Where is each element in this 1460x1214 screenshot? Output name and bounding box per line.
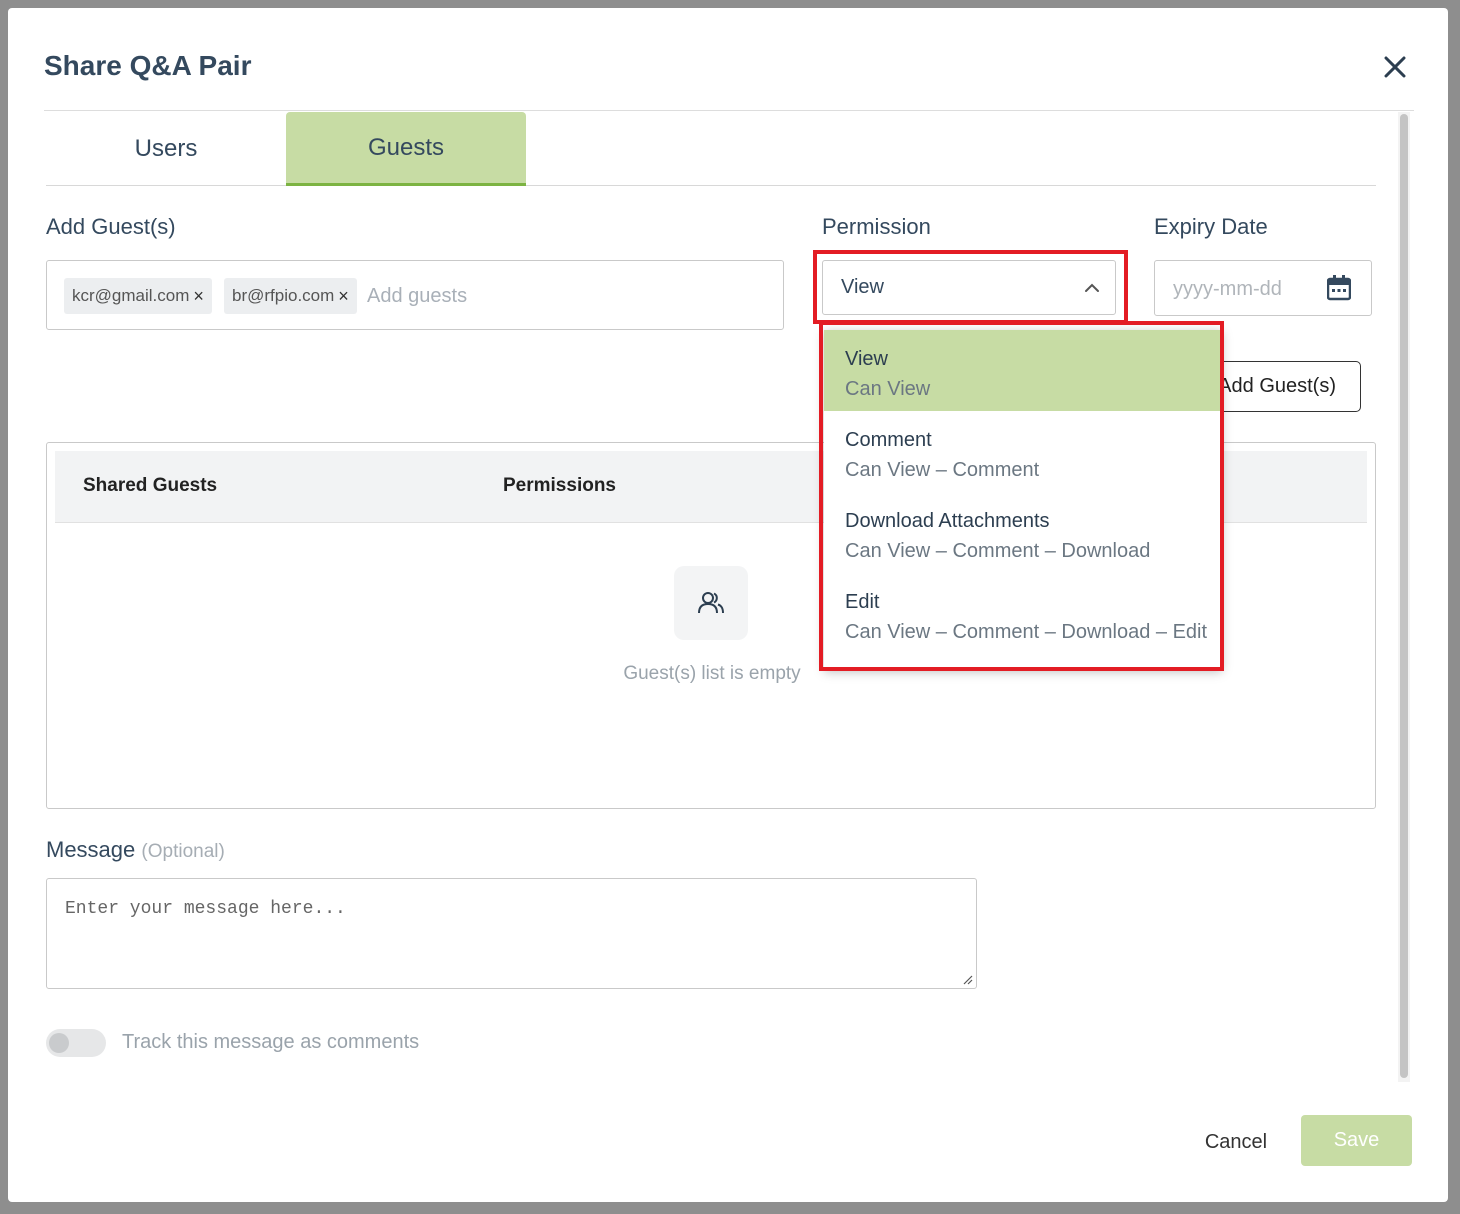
chip-remove-icon[interactable]: ×	[338, 286, 349, 307]
expiry-date-field[interactable]	[1154, 260, 1372, 316]
expiry-label: Expiry Date	[1154, 214, 1268, 239]
col-permissions: Permissions	[503, 475, 616, 496]
message-label: Message (Optional)	[46, 837, 225, 863]
share-modal: Share Q&A Pair Users Guests Add Guest(s)…	[8, 8, 1448, 1202]
chip-label: kcr@gmail.com	[72, 286, 190, 305]
tab-users[interactable]: Users	[46, 112, 286, 186]
scroll-thumb[interactable]	[1400, 114, 1408, 1078]
track-comments-label: Track this message as comments	[122, 1031, 420, 1053]
empty-state-icon-box	[674, 566, 748, 640]
close-icon	[1384, 56, 1406, 78]
add-guests-label: Add Guest(s)	[46, 214, 176, 239]
guest-chip: br@rfpio.com ×	[224, 278, 357, 314]
track-comments-toggle[interactable]	[46, 1029, 106, 1057]
users-icon	[698, 592, 724, 614]
add-guests-input[interactable]	[367, 281, 667, 311]
tab-guests[interactable]: Guests	[286, 112, 526, 186]
permission-label: Permission	[822, 214, 931, 239]
message-box[interactable]	[46, 878, 977, 989]
cancel-button[interactable]: Cancel	[1186, 1117, 1286, 1167]
close-button[interactable]	[1380, 52, 1410, 82]
title-divider	[44, 110, 1414, 111]
message-label-text: Message	[46, 837, 136, 862]
message-optional-hint: (Optional)	[141, 841, 225, 862]
guest-chip: kcr@gmail.com ×	[64, 278, 212, 314]
modal-title: Share Q&A Pair	[44, 50, 252, 81]
chip-remove-icon[interactable]: ×	[193, 286, 204, 307]
annotation-highlight-dropdown	[819, 321, 1224, 671]
save-button[interactable]: Save	[1301, 1115, 1412, 1166]
toggle-knob	[49, 1033, 69, 1053]
resize-grip-icon[interactable]	[961, 973, 973, 985]
chip-label: br@rfpio.com	[232, 286, 335, 305]
modal-scrollbar[interactable]	[1398, 112, 1410, 1082]
annotation-highlight-select	[813, 250, 1128, 324]
calendar-icon[interactable]	[1327, 275, 1351, 301]
guest-input-box[interactable]: kcr@gmail.com × br@rfpio.com ×	[46, 260, 784, 330]
col-shared-guests: Shared Guests	[83, 475, 218, 496]
message-textarea[interactable]	[47, 879, 976, 988]
expiry-date-input[interactable]	[1173, 275, 1313, 303]
tab-bar: Users Guests	[46, 112, 1376, 186]
